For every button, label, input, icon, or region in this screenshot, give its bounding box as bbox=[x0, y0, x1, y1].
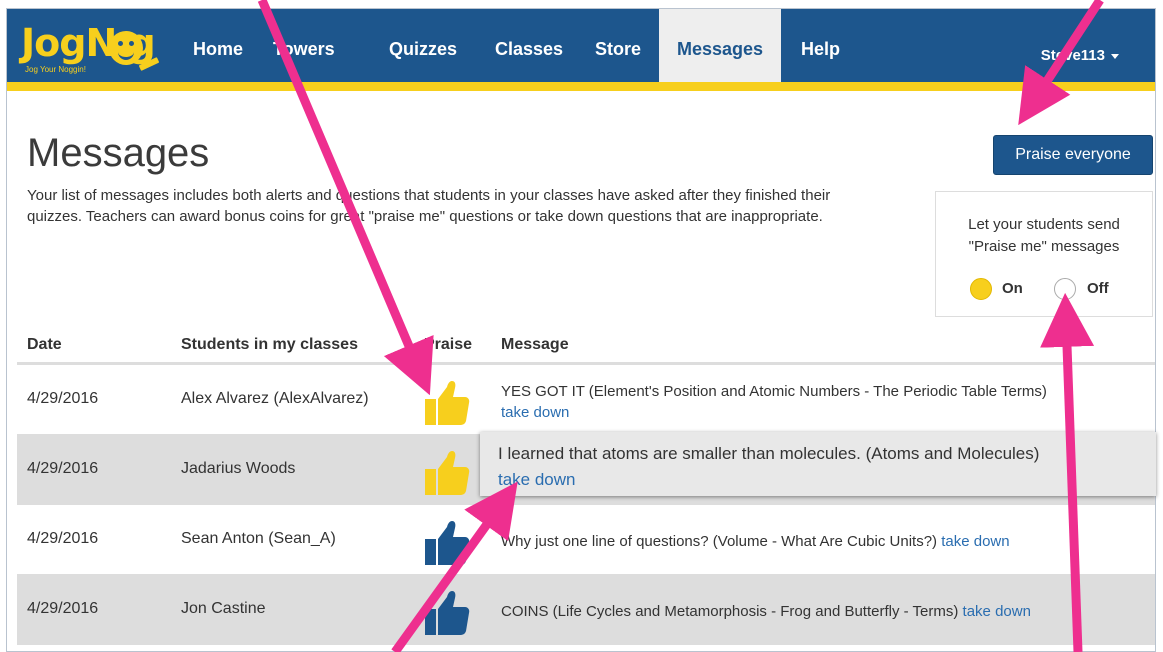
row-message: Why just one line of questions? (Volume … bbox=[501, 531, 1151, 552]
nav-classes[interactable]: Classes bbox=[477, 9, 581, 82]
table-row: 4/29/2016 Jon Castine COINS (Life Cycles… bbox=[17, 574, 1155, 644]
header-date: Date bbox=[27, 336, 62, 353]
message-text: I learned that atoms are smaller than mo… bbox=[498, 444, 1040, 463]
smiley-face-icon bbox=[109, 31, 143, 65]
message-text: COINS (Life Cycles and Metamorphosis - F… bbox=[501, 603, 959, 620]
nav-home[interactable]: Home bbox=[175, 9, 261, 82]
radio-off-label[interactable]: Off bbox=[1087, 280, 1109, 297]
radio-on[interactable] bbox=[970, 278, 992, 300]
message-text: YES GOT IT (Element's Position and Atomi… bbox=[501, 383, 1047, 400]
zoomed-message-callout: I learned that atoms are smaller than mo… bbox=[480, 432, 1156, 496]
thumbs-up-praised-icon[interactable] bbox=[423, 449, 471, 497]
row-message: YES GOT IT (Element's Position and Atomi… bbox=[501, 381, 1151, 423]
page-intro: Your list of messages includes both aler… bbox=[27, 187, 831, 225]
row-date: 4/29/2016 bbox=[27, 600, 99, 617]
thumbs-up-praised-icon[interactable] bbox=[423, 379, 471, 427]
take-down-link[interactable]: take down bbox=[498, 470, 576, 490]
header-students: Students in my classes bbox=[181, 336, 358, 353]
take-down-link[interactable]: take down bbox=[501, 404, 569, 421]
praise-setting-line2: "Praise me" messages bbox=[968, 238, 1120, 255]
table-header: Date Students in my classes Praise Messa… bbox=[17, 324, 1155, 364]
nav-quizzes[interactable]: Quizzes bbox=[371, 9, 475, 82]
take-down-link[interactable]: take down bbox=[963, 603, 1031, 620]
table-row-partial bbox=[17, 644, 1155, 651]
nav-towers[interactable]: Towers bbox=[255, 9, 353, 82]
app-window: JogN g Jog Your Noggin! Home Towers Quiz… bbox=[6, 8, 1156, 652]
praise-setting-line1: Let your students send bbox=[968, 216, 1120, 233]
thumbs-up-icon[interactable] bbox=[423, 519, 471, 567]
row-student: Alex Alvarez (AlexAlvarez) bbox=[181, 390, 369, 407]
nav-messages[interactable]: Messages bbox=[659, 9, 781, 82]
praise-everyone-button[interactable]: Praise everyone bbox=[993, 135, 1153, 175]
username: Steve113 bbox=[1040, 47, 1105, 64]
nav-store[interactable]: Store bbox=[577, 9, 659, 82]
row-date: 4/29/2016 bbox=[27, 390, 99, 407]
user-menu[interactable]: Steve113 bbox=[1041, 47, 1119, 64]
logo-tagline: Jog Your Noggin! bbox=[25, 65, 86, 74]
header-message: Message bbox=[501, 336, 569, 353]
table-row: 4/29/2016 Alex Alvarez (AlexAlvarez) YES… bbox=[17, 364, 1155, 434]
nav-help[interactable]: Help bbox=[783, 9, 858, 82]
radio-on-label[interactable]: On bbox=[1002, 280, 1023, 297]
table-row: 4/29/2016 Sean Anton (Sean_A) Why just o… bbox=[17, 504, 1155, 574]
row-student: Jadarius Woods bbox=[181, 460, 296, 477]
praise-me-settings: Let your students send "Praise me" messa… bbox=[935, 191, 1153, 317]
header-praise: Praise bbox=[424, 336, 473, 353]
jognog-logo[interactable]: JogN g Jog Your Noggin! bbox=[21, 21, 161, 83]
caret-down-icon bbox=[1111, 53, 1119, 59]
top-navbar: JogN g Jog Your Noggin! Home Towers Quiz… bbox=[7, 9, 1155, 91]
page-title: Messages bbox=[27, 131, 210, 175]
message-text: Why just one line of questions? (Volume … bbox=[501, 533, 938, 550]
row-student: Sean Anton (Sean_A) bbox=[181, 530, 336, 547]
row-date: 4/29/2016 bbox=[27, 460, 99, 477]
row-student: Jon Castine bbox=[181, 600, 266, 617]
row-date: 4/29/2016 bbox=[27, 530, 99, 547]
take-down-link[interactable]: take down bbox=[941, 533, 1009, 550]
thumbs-up-icon[interactable] bbox=[423, 589, 471, 637]
row-message: COINS (Life Cycles and Metamorphosis - F… bbox=[501, 601, 1151, 622]
radio-off[interactable] bbox=[1054, 278, 1076, 300]
praise-radio-group: On Off bbox=[936, 278, 1152, 302]
